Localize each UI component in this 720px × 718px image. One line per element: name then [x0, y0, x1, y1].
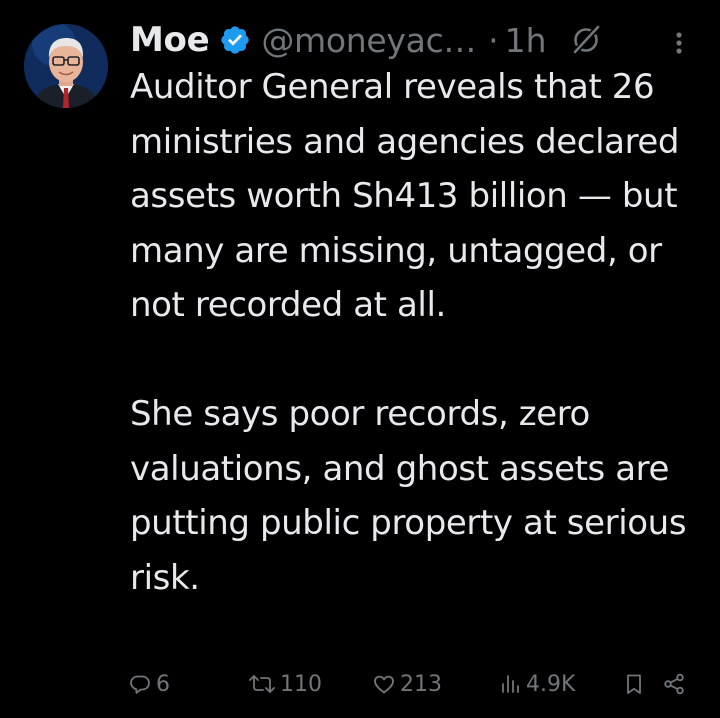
author-handle[interactable]: @moneyac…	[261, 21, 476, 60]
bookmark-button[interactable]	[622, 666, 646, 702]
more-vertical-icon[interactable]	[668, 26, 690, 60]
author-display-name[interactable]: Moe	[130, 20, 210, 60]
tweet-actions-bar: 6 110 213 4.9K	[128, 666, 690, 702]
views-chart-icon	[498, 672, 522, 696]
views-count: 4.9K	[526, 671, 576, 697]
tweet-header: Moe @moneyac… · 1h	[130, 14, 603, 66]
separator-dot: ·	[488, 20, 499, 60]
like-count: 213	[400, 671, 442, 697]
verified-badge-icon[interactable]	[219, 24, 251, 56]
tweet[interactable]: Moe @moneyac… · 1h Auditor General revea…	[0, 0, 720, 718]
tweet-paragraph: She says poor records, zero valuations, …	[130, 394, 687, 598]
avatar-image	[24, 24, 108, 108]
tweet-text: Auditor General reveals that 26 ministri…	[130, 60, 710, 605]
retweet-icon	[248, 672, 276, 696]
retweet-button[interactable]: 110	[248, 666, 322, 702]
reply-icon	[128, 672, 152, 696]
heart-icon	[372, 672, 396, 696]
tweet-timestamp[interactable]: 1h	[505, 21, 547, 60]
tweet-paragraph: Auditor General reveals that 26 ministri…	[130, 67, 680, 325]
views-button[interactable]: 4.9K	[498, 666, 575, 702]
share-icon	[662, 672, 686, 696]
share-button[interactable]	[662, 666, 686, 702]
bookmark-icon	[622, 672, 646, 696]
grok-icon[interactable]	[569, 23, 603, 57]
avatar[interactable]	[24, 24, 108, 108]
like-button[interactable]: 213	[372, 666, 442, 702]
reply-count: 6	[156, 671, 170, 697]
reply-button[interactable]: 6	[128, 666, 170, 702]
retweet-count: 110	[280, 671, 322, 697]
